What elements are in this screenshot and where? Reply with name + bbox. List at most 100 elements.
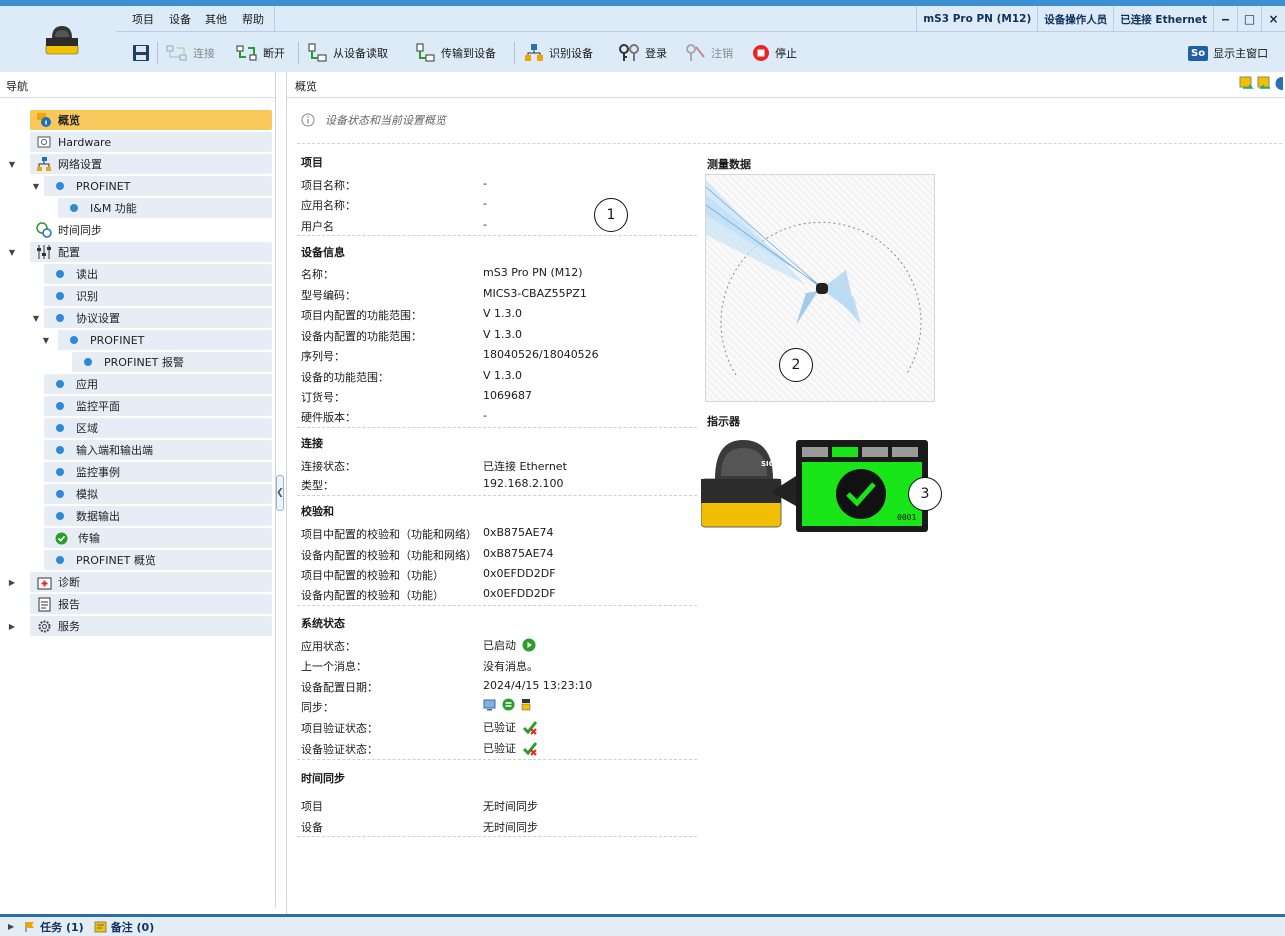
config-sliders-icon — [36, 244, 52, 260]
nav-item-simulation[interactable]: 模拟 — [44, 484, 272, 504]
menu-other[interactable]: 其他 — [205, 11, 227, 27]
nav-item-diagnostics[interactable]: 诊断 — [30, 572, 272, 592]
nav-item-application[interactable]: 应用 — [44, 374, 272, 394]
transfer-button[interactable]: 传输到设备 — [416, 41, 496, 65]
expand-bottom-icon[interactable]: ▶ — [8, 922, 14, 931]
logout-button[interactable]: 注销 — [684, 41, 733, 65]
computer-icon — [483, 699, 496, 710]
device-verify-value: 已验证 — [483, 740, 538, 756]
order-number-label: 订货号： — [301, 391, 345, 404]
tasks-label: 任务 (1) — [40, 920, 84, 934]
device-verify-text: 已验证 — [483, 742, 516, 755]
menu-project[interactable]: 项目 — [132, 11, 154, 27]
connect-button[interactable]: 连接 — [166, 41, 215, 65]
nav-item-overview[interactable]: 概览 — [30, 110, 272, 130]
checksum-device-fn-net-value: 0xB875AE74 — [483, 547, 554, 560]
nav-item-transfer[interactable]: 传输 — [44, 528, 272, 548]
notes-button[interactable]: 备注 (0) — [94, 919, 154, 935]
user-name-value: - — [483, 218, 487, 231]
expand-config-icon[interactable]: ▼ — [6, 242, 18, 262]
app-status-text: 已启动 — [483, 639, 516, 652]
read-device-icon — [308, 43, 327, 62]
nav-item-profinet-overview[interactable]: PROFINET 概览 — [44, 550, 272, 570]
indicator-title: 指示器 — [707, 415, 740, 428]
checksum-project-fn-net-value: 0xB875AE74 — [483, 526, 554, 539]
logout-label: 注销 — [711, 47, 733, 60]
flag-icon — [25, 921, 35, 932]
profinet-dot-icon — [56, 182, 64, 190]
nav-item-network-settings[interactable]: 网络设置 — [30, 154, 272, 174]
expand-profinet-config-icon[interactable]: ▼ — [40, 330, 52, 350]
device-verify-label: 设备验证状态： — [301, 743, 378, 756]
status-user[interactable]: 设备操作人员 — [1037, 6, 1113, 32]
nav-item-protocol-settings[interactable]: 协议设置 — [44, 308, 272, 328]
expand-profinet-icon[interactable]: ▼ — [30, 176, 42, 196]
expand-network-icon[interactable]: ▼ — [6, 154, 18, 174]
read-device-button[interactable]: 从设备读取 — [308, 41, 388, 65]
login-button[interactable]: 登录 — [618, 41, 667, 65]
nav-item-configuration[interactable]: 配置 — [30, 242, 272, 262]
app-name-value: - — [483, 197, 487, 210]
app-status-label: 应用状态： — [301, 640, 356, 653]
nav-item-identify[interactable]: 识别 — [44, 286, 272, 306]
identify-button[interactable]: 识别设备 — [524, 41, 593, 65]
note-icon — [94, 921, 107, 932]
maximize-button[interactable]: □ — [1237, 6, 1261, 32]
nav-item-hardware[interactable]: Hardware — [30, 132, 272, 152]
tasks-button[interactable]: 任务 (1) — [24, 919, 84, 935]
project-name-label: 项目名称： — [301, 179, 356, 192]
nav-item-service[interactable]: 服务 — [30, 616, 272, 636]
panel-splitter-handle[interactable]: ❮ — [276, 475, 284, 511]
serial-number-value: 18040526/18040526 — [483, 348, 599, 361]
nav-item-monitoring-plane[interactable]: 监控平面 — [44, 396, 272, 416]
app-name-label: 应用名称： — [301, 199, 356, 212]
import-icon[interactable] — [1257, 76, 1272, 91]
last-message-value: 没有消息。 — [483, 660, 538, 673]
expand-protocol-icon[interactable]: ▼ — [30, 308, 42, 328]
checksum-device-fn-net-label: 设备内配置的校验和（功能和网络） — [301, 549, 477, 562]
checksum-project-fn-label: 项目中配置的校验和（功能） — [301, 569, 444, 582]
device-scope-value: V 1.3.0 — [483, 369, 523, 382]
data-output-dot-icon — [56, 512, 64, 520]
save-button[interactable] — [132, 41, 150, 65]
close-button[interactable]: × — [1261, 6, 1285, 32]
minimize-button[interactable]: ‒ — [1213, 6, 1237, 32]
nav-item-data-output[interactable]: 数据输出 — [44, 506, 272, 526]
nav-item-monitoring-cases[interactable]: 监控事例 — [44, 462, 272, 482]
nav-item-time-sync[interactable]: 时间同步 — [30, 220, 272, 240]
connect-icon — [166, 45, 187, 61]
sync-label: 同步： — [301, 701, 334, 714]
so-badge-icon: So — [1188, 45, 1209, 61]
project-section-title: 项目 — [301, 156, 323, 169]
nav-item-profinet[interactable]: PROFINET — [44, 176, 272, 196]
connection-type-label: 类型： — [301, 479, 334, 492]
expand-diagnostics-icon[interactable]: ▶ — [6, 572, 18, 592]
profinet-overview-dot-icon — [56, 556, 64, 564]
read-device-label: 从设备读取 — [333, 47, 388, 60]
device-name-label: 名称： — [301, 268, 334, 281]
menu-bar: 项目 设备 其他 帮助 mS3 Pro PN (M12) 设备操作人员 已连接 … — [116, 6, 1285, 32]
nav-item-profinet-config[interactable]: PROFINET — [58, 330, 272, 350]
disconnect-button[interactable]: 断开 — [236, 41, 285, 65]
hardware-icon — [36, 134, 52, 150]
help-icon[interactable] — [1275, 76, 1283, 91]
nav-item-profinet-alarm[interactable]: PROFINET 报警 — [72, 352, 272, 372]
status-device: mS3 Pro PN (M12) — [916, 6, 1037, 32]
stop-button[interactable]: 停止 — [752, 41, 797, 65]
nav-item-im-functions[interactable]: I&M 功能 — [58, 198, 272, 218]
menu-help[interactable]: 帮助 — [242, 11, 264, 27]
device-name-value: mS3 Pro PN (M12) — [483, 266, 583, 279]
connection-status-label: 连接状态： — [301, 460, 356, 473]
menu-device[interactable]: 设备 — [169, 11, 191, 27]
nav-item-report[interactable]: 报告 — [30, 594, 272, 614]
expand-service-icon[interactable]: ▶ — [6, 616, 18, 636]
type-code-value: MICS3-CBAZ55PZ1 — [483, 287, 587, 300]
show-main-window-button[interactable]: So 显示主窗口 — [1188, 41, 1268, 65]
nav-item-read-out[interactable]: 读出 — [44, 264, 272, 284]
export-icon[interactable] — [1239, 76, 1254, 91]
checksum-device-fn-value: 0x0EFDD2DF — [483, 587, 556, 600]
nav-item-fields[interactable]: 区域 — [44, 418, 272, 438]
nav-item-inputs-outputs[interactable]: 输入端和输出端 — [44, 440, 272, 460]
stop-label: 停止 — [775, 47, 797, 60]
last-message-label: 上一个消息： — [301, 660, 367, 673]
